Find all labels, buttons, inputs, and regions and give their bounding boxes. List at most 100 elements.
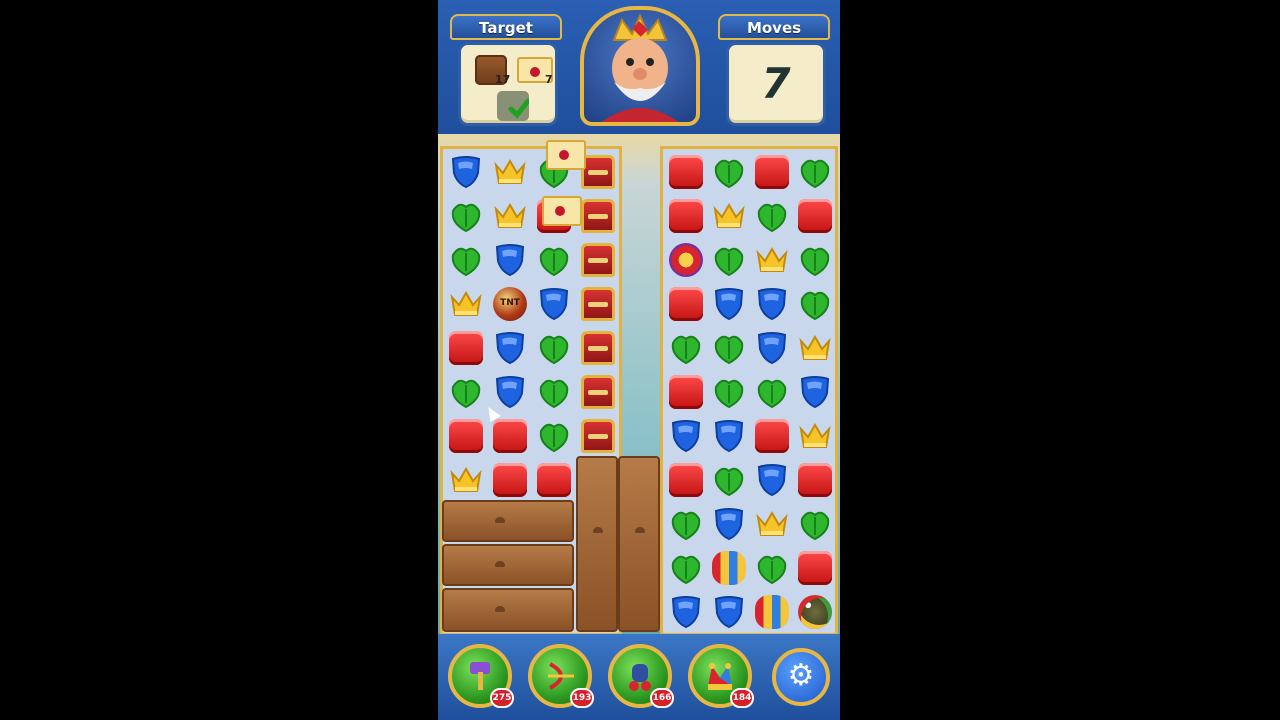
board-cell[interactable]: [533, 371, 575, 413]
board-cell[interactable]: [489, 195, 531, 237]
jester-hat-booster-button[interactable]: 184: [688, 644, 754, 708]
board-cell[interactable]: [794, 547, 836, 589]
board-cell[interactable]: [794, 591, 836, 633]
dirt-block[interactable]: [442, 588, 574, 632]
board-cell[interactable]: [708, 151, 750, 193]
board-cell[interactable]: [665, 415, 707, 457]
board-cell[interactable]: [445, 327, 487, 369]
board-cell[interactable]: [445, 371, 487, 413]
board-cell[interactable]: [708, 239, 750, 281]
red-box-tile: [449, 419, 483, 453]
board-cell[interactable]: [708, 591, 750, 633]
board-cell[interactable]: [751, 503, 793, 545]
green-leaf-tile: [798, 155, 832, 189]
board-cell[interactable]: [665, 459, 707, 501]
board-cell[interactable]: [708, 459, 750, 501]
board-cell[interactable]: [794, 371, 836, 413]
board-cell[interactable]: [577, 239, 619, 281]
dirt-block[interactable]: [442, 500, 574, 542]
cannon-booster-button[interactable]: 166: [608, 644, 674, 708]
board-cell[interactable]: [665, 503, 707, 545]
board-cell[interactable]: [665, 547, 707, 589]
right-board: [660, 146, 838, 636]
green-leaf-tile: [669, 331, 703, 365]
board-cell[interactable]: [665, 195, 707, 237]
red-box-tile: [798, 199, 832, 233]
board-cell[interactable]: [751, 283, 793, 325]
board-cell[interactable]: [708, 195, 750, 237]
board-cell[interactable]: [751, 151, 793, 193]
green-leaf-tile: [537, 243, 571, 277]
bow-arrow-icon: [548, 662, 574, 690]
arrow-booster-button[interactable]: 193: [528, 644, 594, 708]
board-cell[interactable]: [577, 327, 619, 369]
board-cell[interactable]: [708, 327, 750, 369]
board-cell[interactable]: [708, 283, 750, 325]
board-cell[interactable]: [794, 327, 836, 369]
board-cell[interactable]: [794, 459, 836, 501]
board-cell[interactable]: [751, 327, 793, 369]
board-cell[interactable]: [751, 547, 793, 589]
board-cell[interactable]: [489, 327, 531, 369]
board-cell[interactable]: [445, 239, 487, 281]
board-cell[interactable]: [665, 591, 707, 633]
board-cell[interactable]: [533, 327, 575, 369]
board-cell[interactable]: [665, 239, 707, 281]
yellow-crown-tile: [755, 507, 789, 541]
board-cell[interactable]: [577, 415, 619, 457]
board-cell[interactable]: [665, 327, 707, 369]
hammer-booster-button[interactable]: 275: [448, 644, 514, 708]
dirt-block[interactable]: [576, 456, 618, 632]
red-box-tile: [537, 463, 571, 497]
mail-goal-count: 7: [545, 73, 553, 86]
green-leaf-tile: [449, 199, 483, 233]
board-cell[interactable]: [751, 239, 793, 281]
dirt-block[interactable]: [618, 456, 660, 632]
board-cell[interactable]: [794, 195, 836, 237]
board-cell[interactable]: [751, 415, 793, 457]
board-cell[interactable]: [489, 151, 531, 193]
board-cell[interactable]: [665, 151, 707, 193]
mail-item[interactable]: [546, 140, 586, 170]
board-cell[interactable]: [751, 459, 793, 501]
board-cell[interactable]: [794, 151, 836, 193]
board-cell[interactable]: [708, 415, 750, 457]
board-cell[interactable]: [665, 371, 707, 413]
board-cell[interactable]: [445, 195, 487, 237]
yellow-crown-tile: [449, 287, 483, 321]
mail-item[interactable]: [542, 196, 582, 226]
board-cell[interactable]: [794, 503, 836, 545]
board-cell[interactable]: [708, 503, 750, 545]
board-cell[interactable]: [533, 239, 575, 281]
board-cell[interactable]: [533, 459, 575, 501]
board-cell[interactable]: [445, 283, 487, 325]
board-cell[interactable]: [533, 283, 575, 325]
board-cell[interactable]: [445, 415, 487, 457]
green-leaf-tile: [537, 419, 571, 453]
green-leaf-tile: [798, 287, 832, 321]
board-cell[interactable]: [445, 151, 487, 193]
board-cell[interactable]: [577, 195, 619, 237]
board-cell[interactable]: [489, 459, 531, 501]
board-cell[interactable]: [794, 283, 836, 325]
moves-panel: Moves 7: [714, 10, 834, 128]
board-cell[interactable]: [708, 371, 750, 413]
moves-title: Moves: [718, 14, 830, 40]
dirt-block[interactable]: [442, 544, 574, 586]
board-cell[interactable]: [794, 239, 836, 281]
board-cell[interactable]: [708, 547, 750, 589]
board-cell[interactable]: [665, 283, 707, 325]
board-cell[interactable]: TNT: [489, 283, 531, 325]
board-cell[interactable]: [533, 415, 575, 457]
settings-button[interactable]: ⚙: [772, 648, 830, 706]
board-cell[interactable]: [577, 283, 619, 325]
board-cell[interactable]: [445, 459, 487, 501]
board-cell[interactable]: [751, 371, 793, 413]
board-cell[interactable]: [794, 415, 836, 457]
board-cell[interactable]: [751, 195, 793, 237]
board-cell[interactable]: [489, 239, 531, 281]
green-leaf-tile: [449, 375, 483, 409]
board-cell[interactable]: [489, 415, 531, 457]
board-cell[interactable]: [577, 371, 619, 413]
board-cell[interactable]: [751, 591, 793, 633]
